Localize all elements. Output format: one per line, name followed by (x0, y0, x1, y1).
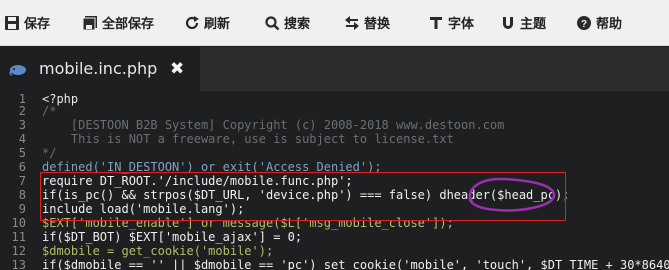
line-number-gutter: 1 2 3 4 5 6 7 8 9 10 11 12 13 (0, 91, 34, 270)
save-all-icon (82, 15, 98, 31)
line-number: 7 (18, 174, 26, 188)
code-line: include load('mobile.lang'); (42, 202, 245, 216)
line-number: 10 (11, 216, 26, 230)
replace-icon (344, 15, 360, 31)
code-line: */ (42, 146, 57, 160)
theme-button[interactable]: 主题 (496, 0, 556, 46)
save-button[interactable]: 保存 (0, 0, 52, 46)
save-all-label: 全部保存 (102, 16, 155, 31)
code-line: $EXT['mobile_enable'] or message($L['msg… (42, 216, 454, 230)
font-icon (428, 15, 444, 31)
code-line: if($dmobile == '' || $dmobile == 'pc') s… (42, 258, 669, 270)
php-elephant-icon (9, 63, 27, 76)
save-all-button[interactable]: 全部保存 (78, 0, 178, 46)
help-label: 帮助 (596, 16, 623, 31)
theme-label: 主题 (520, 16, 547, 31)
code-editor[interactable]: 1 2 3 4 5 6 7 8 9 10 11 12 13 <?php /* [… (0, 91, 669, 270)
tab-bar: mobile.inc.php ✖ (0, 47, 669, 91)
code-line: /* (42, 104, 57, 118)
refresh-label: 刷新 (204, 16, 231, 31)
replace-button[interactable]: 替换 (340, 0, 400, 46)
code-line: $dmobile = get_cookie('mobile'); (42, 244, 274, 258)
code-line: This is NOT a freeware, use is subject t… (42, 132, 454, 146)
tab-title: mobile.inc.php (39, 59, 158, 78)
code-line: if($DT_BOT) $EXT['mobile_ajax'] = 0; (42, 230, 303, 244)
code-line: defined('IN_DESTOON') or exit('Access De… (42, 160, 382, 174)
code-line: [DESTOON B2B System] Copyright (c) 2008-… (42, 118, 505, 132)
line-number: 4 (18, 132, 26, 146)
refresh-button[interactable]: 刷新 (180, 0, 240, 46)
line-number: 9 (18, 202, 26, 216)
search-icon (264, 15, 280, 31)
line-number: 11 (11, 230, 26, 244)
close-icon[interactable]: ✖ (170, 60, 184, 78)
theme-icon (500, 15, 516, 31)
help-button[interactable]: ? 帮助 (572, 0, 632, 46)
save-label: 保存 (24, 16, 51, 31)
help-icon: ? (576, 15, 592, 31)
font-label: 字体 (448, 16, 475, 31)
line-number: 13 (11, 258, 26, 270)
svg-text:?: ? (581, 19, 587, 30)
search-button[interactable]: 搜索 (260, 0, 320, 46)
toolbar: 保存 全部保存 刷新 搜索 替换 字体 主题 ? 帮助 (0, 0, 669, 46)
line-number: 5 (18, 146, 26, 160)
line-number: 6 (18, 160, 26, 174)
search-label: 搜索 (284, 16, 311, 31)
replace-label: 替换 (364, 16, 391, 31)
line-number: 12 (11, 244, 26, 258)
line-number: 3 (18, 118, 26, 132)
save-icon (4, 15, 20, 31)
code-line: require DT_ROOT.'/include/mobile.func.ph… (42, 174, 353, 188)
line-number: 8 (18, 188, 26, 202)
refresh-icon (184, 15, 200, 31)
code-line: if(is_pc() && strpos($DT_URL, 'device.ph… (42, 188, 570, 202)
line-number: 2 (18, 104, 26, 118)
tab-mobile-inc-php[interactable]: mobile.inc.php ✖ (0, 47, 200, 91)
font-button[interactable]: 字体 (424, 0, 484, 46)
